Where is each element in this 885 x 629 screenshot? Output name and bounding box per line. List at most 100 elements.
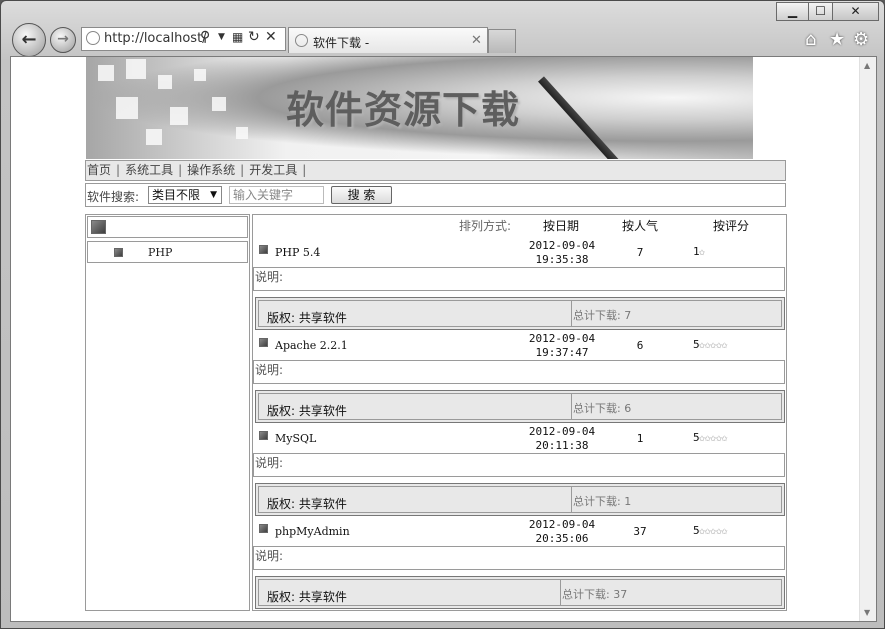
- gear-icon[interactable]: ⚙: [853, 29, 869, 50]
- software-date-day: 2012-09-04: [528, 239, 596, 252]
- banner-title: 软件资源下载: [286, 88, 521, 132]
- software-name[interactable]: PHP 5.4: [275, 246, 320, 259]
- star-icon: ✩: [721, 431, 728, 444]
- category-icon: [114, 248, 123, 257]
- tab-close-icon[interactable]: ✕: [471, 33, 482, 48]
- software-name[interactable]: phpMyAdmin: [275, 525, 350, 538]
- description-label: 说明:: [255, 456, 284, 470]
- software-popularity: 6: [636, 339, 644, 352]
- software-date-time: 19:35:38: [535, 253, 589, 266]
- search-icon[interactable]: ⚲: [200, 29, 210, 45]
- software-copyright-box: 版权: 共享软件 总计下载: 7: [255, 297, 785, 330]
- software-rating: 1✩: [693, 245, 705, 258]
- menu-separator: |: [302, 163, 307, 177]
- software-icon: [259, 524, 268, 533]
- software-date-day: 2012-09-04: [528, 332, 596, 345]
- menu-item-system-tools[interactable]: 系统工具: [125, 163, 173, 177]
- home-icon[interactable]: ⌂: [805, 29, 816, 50]
- menu-item-home[interactable]: 首页: [87, 163, 111, 177]
- total-downloads-label: 总计下载:: [573, 402, 621, 415]
- sidebar-item-php[interactable]: PHP: [87, 241, 248, 263]
- sort-by-rating[interactable]: 按评分: [713, 217, 749, 234]
- sort-by-popularity[interactable]: 按人气: [622, 217, 658, 234]
- sidebar-header: [87, 216, 248, 238]
- software-description: 说明:: [253, 546, 785, 570]
- total-downloads-value: 37: [613, 588, 628, 601]
- total-downloads-value: 7: [624, 309, 632, 322]
- software-copyright-box: 版权: 共享软件 总计下载: 6: [255, 390, 785, 423]
- browser-window: ▁ ☐ ✕ ← → http://localhost/ ⚲ ▼ ▦ ↻ ✕ 软件…: [0, 0, 885, 629]
- search-bar: 软件搜索: 类目不限 ▼ 输入关键字 搜 索: [85, 183, 786, 207]
- site-banner: 软件资源下载: [86, 57, 753, 159]
- software-rating: 5✩✩✩✩✩: [693, 338, 728, 351]
- maximize-button[interactable]: ☐: [808, 2, 833, 21]
- software-popularity: 37: [633, 525, 647, 538]
- software-date: 2012-09-04 19:35:38: [525, 239, 599, 267]
- description-label: 说明:: [255, 270, 284, 284]
- menu-separator: |: [178, 163, 183, 177]
- chevron-down-icon: ▼: [210, 190, 217, 200]
- copyright-label: 版权: 共享软件: [267, 497, 347, 511]
- total-downloads: 总计下载: 6: [573, 400, 631, 416]
- software-icon: [259, 245, 268, 254]
- sidebar-item-label: PHP: [148, 246, 173, 259]
- description-label: 说明:: [255, 363, 284, 377]
- dropdown-arrow-icon[interactable]: ▼: [218, 32, 225, 42]
- star-icon: ✩: [721, 524, 728, 537]
- forward-button[interactable]: →: [50, 27, 76, 53]
- total-downloads-label: 总计下载:: [562, 588, 610, 601]
- copyright-label: 版权: 共享软件: [267, 311, 347, 325]
- scroll-down-icon[interactable]: ▼: [864, 608, 870, 617]
- scroll-up-icon[interactable]: ▲: [864, 61, 870, 70]
- vertical-scrollbar[interactable]: ▲ ▼: [859, 57, 876, 621]
- minimize-button[interactable]: ▁: [776, 2, 809, 21]
- address-bar[interactable]: http://localhost/ ⚲ ▼ ▦ ↻ ✕: [81, 27, 286, 51]
- category-sidebar: PHP: [85, 214, 250, 611]
- star-icon: ✩: [698, 245, 706, 258]
- back-arrow-icon: ←: [21, 29, 37, 50]
- total-downloads: 总计下载: 1: [573, 493, 631, 509]
- menu-item-dev-tools[interactable]: 开发工具: [249, 163, 297, 177]
- keyword-input[interactable]: 输入关键字: [229, 186, 324, 204]
- back-button[interactable]: ←: [12, 23, 46, 57]
- compat-view-icon[interactable]: ▦: [232, 30, 243, 44]
- category-select-value: 类目不限: [152, 188, 201, 202]
- software-rating: 5✩✩✩✩✩: [693, 431, 728, 444]
- total-downloads-value: 1: [624, 495, 632, 508]
- software-popularity: 1: [636, 432, 644, 445]
- new-tab-button[interactable]: [488, 29, 516, 53]
- page-icon: [86, 31, 100, 45]
- category-select[interactable]: 类目不限 ▼: [148, 186, 222, 204]
- sort-by-date[interactable]: 按日期: [543, 217, 579, 234]
- search-label: 软件搜索:: [87, 190, 140, 204]
- software-date-day: 2012-09-04: [528, 425, 596, 438]
- copyright-label: 版权: 共享软件: [267, 404, 347, 418]
- refresh-icon[interactable]: ↻: [248, 29, 260, 45]
- stop-icon[interactable]: ✕: [265, 29, 277, 45]
- menu-separator: |: [116, 163, 121, 177]
- search-button[interactable]: 搜 索: [331, 186, 392, 204]
- software-date-day: 2012-09-04: [528, 518, 596, 531]
- forward-arrow-icon: →: [57, 31, 69, 47]
- software-date: 2012-09-04 19:37:47: [525, 332, 599, 360]
- software-copyright-box: 版权: 共享软件 总计下载: 1: [255, 483, 785, 516]
- tab-title: 软件下载 -: [313, 36, 370, 50]
- star-icon[interactable]: ★: [829, 29, 845, 50]
- software-name[interactable]: MySQL: [275, 432, 316, 445]
- folder-icon: [91, 220, 106, 234]
- star-icon: ✩: [721, 338, 728, 351]
- menu-separator: |: [240, 163, 245, 177]
- software-date-time: 19:37:47: [535, 346, 589, 359]
- close-window-button[interactable]: ✕: [832, 2, 879, 21]
- copyright-label: 版权: 共享软件: [267, 590, 347, 604]
- software-description: 说明:: [253, 453, 785, 477]
- menu-item-os[interactable]: 操作系统: [187, 163, 235, 177]
- software-name[interactable]: Apache 2.2.1: [275, 339, 348, 352]
- sort-label: 排列方式:: [459, 219, 512, 233]
- tab-software-download[interactable]: 软件下载 - ✕: [288, 27, 488, 53]
- software-icon: [259, 431, 268, 440]
- software-rating: 5✩✩✩✩✩: [693, 524, 728, 537]
- fountain-pen-icon: [538, 76, 625, 159]
- software-date: 2012-09-04 20:35:06: [525, 518, 599, 546]
- description-label: 说明:: [255, 549, 284, 563]
